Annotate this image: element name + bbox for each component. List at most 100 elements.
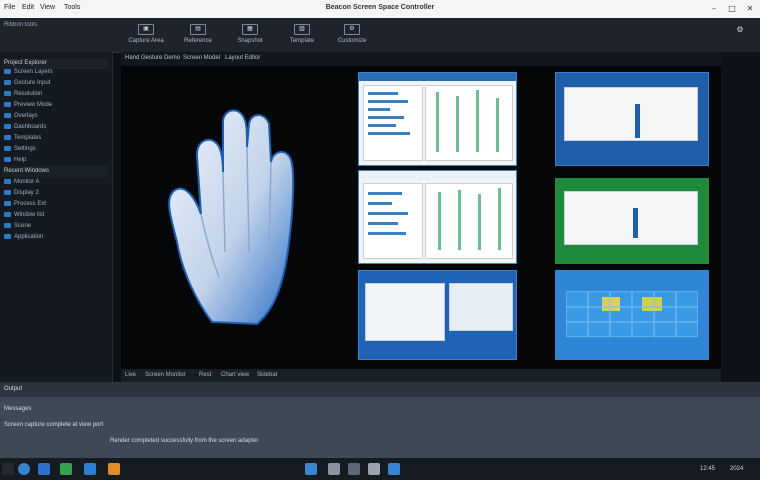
sidebar-item[interactable]: Overlays [4,112,38,121]
thumbnail-chart [564,191,698,245]
sidebar-item[interactable]: Gesture Input [4,79,50,88]
sidebar-section-header: Recent Windows [2,166,108,177]
sidebar: Project Explorer Screen Layers Gesture I… [0,52,113,382]
settings-icon[interactable] [368,463,380,475]
monitor-icon [4,178,11,184]
thumbnail-grid [566,291,698,337]
template-icon: ▧ [294,24,310,35]
customize-icon: ⚙ [344,24,360,35]
snapshot-button[interactable]: ▦ Snapshot [228,24,272,48]
sidebar-item[interactable]: Preview Mode [4,101,52,110]
viewport-statusbar: Live Screen Monitor Rest Chart view Side… [121,369,721,382]
viewer-icon[interactable] [388,463,400,475]
sidebar-item[interactable]: Display 2 [4,189,39,198]
settings-gear-icon[interactable]: ⚙ [734,24,746,35]
sidebar-item[interactable]: Help [4,156,26,165]
dashboard-icon [4,123,11,129]
sidebar-item[interactable]: Scene [4,222,31,231]
resolution-icon [4,90,11,96]
sidebar-item[interactable]: Templates [4,134,41,143]
sidebar-item[interactable]: Screen Layers [4,68,53,77]
status-rest: Rest [199,372,212,378]
tray-clock[interactable]: 12:45 [700,466,715,472]
taskbar: 12:45 2024 [0,458,760,480]
browser-icon[interactable] [18,463,30,475]
output-panel: Output Messages Screen capture complete … [0,382,760,458]
right-panel [721,52,760,382]
title-bar: File Edit View Tools Beacon Screen Space… [0,0,760,18]
window-thumbnail[interactable] [555,270,709,360]
thumbnail-panel [425,85,513,161]
status-sidebar: Sidebar [257,372,278,378]
notes-icon[interactable] [108,463,120,475]
tray-date[interactable]: 2024 [730,466,743,472]
layer-icon [4,68,11,74]
sidebar-item[interactable]: Process Ext [4,200,46,209]
window-thumbnail[interactable] [555,178,709,264]
maximize-icon[interactable]: □ [726,3,738,14]
spreadsheet-icon[interactable] [60,463,72,475]
output-line: Screen capture complete at view port [4,422,104,428]
window-thumbnail[interactable] [555,72,709,166]
ribbon-subline: Ribbon tools [4,22,38,28]
thumbnail-panel [363,85,423,161]
output-title: Output [4,386,23,392]
thumbnail-panel [449,283,513,331]
sidebar-item[interactable]: Resolution [4,90,42,99]
thumbnail-titlebar [359,171,516,179]
capture-area-button[interactable]: ▣ Capture Area [124,24,168,48]
viewport-canvas[interactable] [121,66,721,369]
process-icon [4,200,11,206]
thumbnail-panel [363,183,423,259]
folder-icon[interactable] [84,463,96,475]
status-chart: Chart view [221,372,250,378]
reference-icon: ▤ [190,24,206,35]
overlay-icon [4,112,11,118]
scene-icon [4,222,11,228]
output-panel-header [0,382,760,397]
preview-icon [4,101,11,107]
status-monitor: Screen Monitor [145,372,186,378]
help-icon [4,156,11,162]
mail-icon[interactable] [38,463,50,475]
display-icon [4,189,11,195]
tasks-icon[interactable] [348,463,360,475]
status-live: Live [125,372,137,378]
window-icon [4,211,11,217]
customize-button[interactable]: ⚙ Customize [330,24,374,48]
output-line: Render completed successfully from the s… [110,438,259,444]
close-icon[interactable]: ✕ [744,3,756,14]
app-window-icon[interactable] [305,463,317,475]
capture-icon: ▣ [138,24,154,35]
start-icon[interactable] [2,463,14,475]
hand-model-illustration [168,109,295,326]
gesture-icon [4,79,11,85]
window-thumbnail[interactable] [358,270,517,360]
sidebar-item[interactable]: Dashboards [4,123,46,132]
sidebar-item[interactable]: Settings [4,145,36,154]
files-icon[interactable] [328,463,340,475]
template-icon [4,134,11,140]
tab-screen-model[interactable]: Screen Model [183,55,220,61]
output-messages-label: Messages [4,406,32,412]
sidebar-item[interactable]: Application [4,233,43,242]
reference-button[interactable]: ▤ Reference [176,24,220,48]
tab-layout-editor[interactable]: Layout Editor [225,55,260,61]
application-icon [4,233,11,239]
ribbon-toolbar: Ribbon tools ▣ Capture Area ▤ Reference … [0,18,760,53]
sidebar-item[interactable]: Window list [4,211,44,220]
snapshot-icon: ▦ [242,24,258,35]
minimize-icon[interactable]: – [708,3,720,14]
document-tabs: Hand Gesture Demo Screen Model Layout Ed… [121,52,721,66]
window-thumbnail[interactable] [358,170,517,264]
thumbnail-panel [425,183,513,259]
thumbnail-panel [365,283,445,341]
window-thumbnail[interactable] [358,72,517,166]
thumbnail-chart [564,87,698,141]
sidebar-item[interactable]: Monitor A [4,178,39,187]
template-button[interactable]: ▧ Template [280,24,324,48]
window-title: Beacon Screen Space Controller [325,4,435,11]
thumbnail-titlebar [359,73,516,81]
tab-hand-gesture[interactable]: Hand Gesture Demo [125,55,180,61]
settings-icon [4,145,11,151]
